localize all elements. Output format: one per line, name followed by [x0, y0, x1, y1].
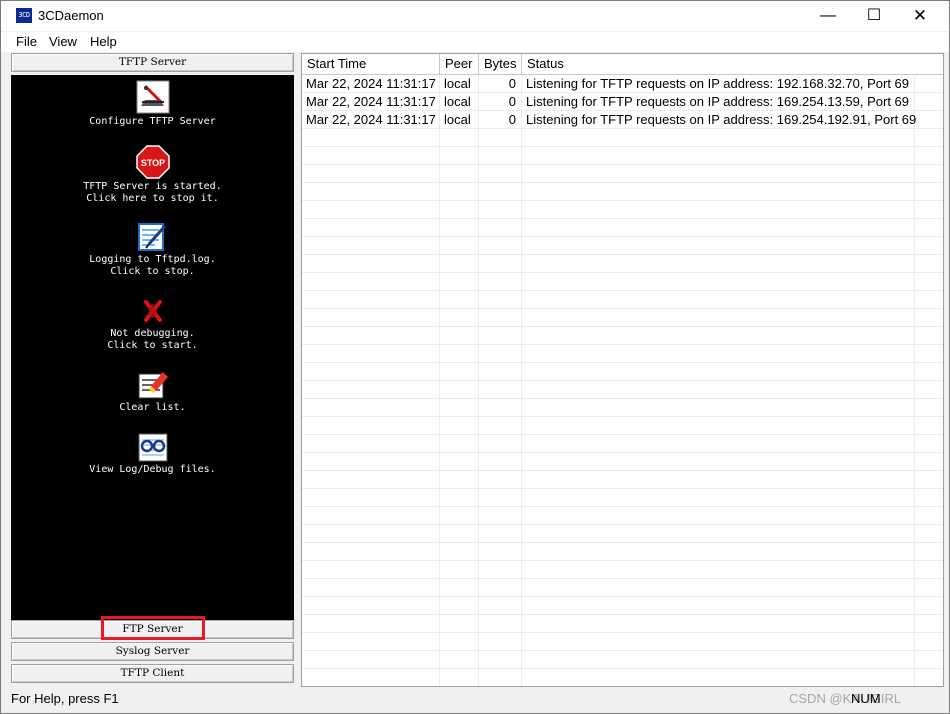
- cell-bytes: 0: [508, 76, 516, 91]
- column-start-time[interactable]: Start Time: [302, 54, 440, 74]
- num-lock-indicator: NUM: [851, 691, 881, 706]
- empty-row: [302, 237, 943, 255]
- cell-peer: local: [444, 76, 471, 91]
- empty-row: [302, 597, 943, 615]
- empty-row: [302, 381, 943, 399]
- menu-bar: File View Help: [1, 32, 949, 52]
- stop-sign-icon: STOP: [135, 145, 170, 179]
- window-title: 3CDaemon: [38, 8, 104, 23]
- empty-row: [302, 507, 943, 525]
- empty-row: [302, 147, 943, 165]
- log-list[interactable]: Start Time Peer Bytes Status Mar 22, 202…: [301, 53, 944, 687]
- view-files-icon: [138, 433, 167, 462]
- cell-status: Listening for TFTP requests on IP addres…: [526, 94, 910, 109]
- configure-icon: [136, 80, 169, 114]
- empty-row: [302, 669, 943, 686]
- debug-action[interactable]: Not debugging. Click to start.: [11, 296, 294, 352]
- empty-row: [302, 435, 943, 453]
- app-window: 3CD 3CDaemon — ☐ ✕ File View Help TFTP S…: [0, 0, 950, 714]
- action-label: Logging to Tftpd.log. Click to stop.: [89, 254, 216, 277]
- empty-row: [302, 165, 943, 183]
- column-peer[interactable]: Peer: [440, 54, 479, 74]
- watermark: CSDN @KAI !GIRL: [789, 691, 902, 706]
- clear-list-icon: [138, 372, 168, 399]
- service-pane: TFTP Server Configure TFTP Server STOP T…: [9, 53, 297, 687]
- tftp-client-tab[interactable]: TFTP Client: [11, 664, 294, 683]
- empty-row: [302, 309, 943, 327]
- table-row[interactable]: Mar 22, 2024 11:31:17 local 0 Listening for…: [302, 75, 943, 93]
- action-label: View Log/Debug files.: [89, 464, 216, 475]
- empty-row: [302, 201, 943, 219]
- menu-file[interactable]: File: [16, 34, 37, 49]
- empty-row: [302, 489, 943, 507]
- menu-help[interactable]: Help: [90, 34, 117, 49]
- empty-row: [302, 327, 943, 345]
- empty-row: [302, 525, 943, 543]
- empty-row: [302, 273, 943, 291]
- app-icon: 3CD: [16, 8, 32, 23]
- logging-action[interactable]: Logging to Tftpd.log. Click to stop.: [11, 220, 294, 278]
- list-header: Start Time Peer Bytes Status: [302, 54, 943, 75]
- action-label: Not debugging. Click to start.: [107, 328, 198, 351]
- view-files-action[interactable]: View Log/Debug files.: [11, 432, 294, 476]
- empty-row: [302, 453, 943, 471]
- cell-start-time: Mar 22, 2024 11:31:17: [306, 76, 436, 91]
- empty-row: [302, 471, 943, 489]
- empty-row: [302, 651, 943, 669]
- ftp-server-tab[interactable]: FTP Server: [11, 620, 294, 639]
- debug-off-icon: [143, 300, 162, 322]
- action-label: TFTP Server is started. Click here to st…: [83, 181, 222, 204]
- status-help-text: For Help, press F1: [11, 691, 119, 706]
- empty-row: [302, 417, 943, 435]
- logging-icon: [137, 223, 166, 251]
- cell-bytes: 0: [508, 94, 516, 109]
- tftp-server-tab[interactable]: TFTP Server: [11, 53, 294, 72]
- syslog-server-tab[interactable]: Syslog Server: [11, 642, 294, 661]
- column-status[interactable]: Status: [522, 54, 943, 74]
- title-bar[interactable]: 3CD 3CDaemon — ☐ ✕: [1, 1, 949, 31]
- svg-text:STOP: STOP: [140, 158, 164, 168]
- stop-tftp-action[interactable]: STOP TFTP Server is started. Click here …: [11, 145, 294, 205]
- empty-row: [302, 399, 943, 417]
- empty-row: [302, 615, 943, 633]
- maximize-button[interactable]: ☐: [851, 1, 897, 31]
- cell-start-time: Mar 22, 2024 11:31:17: [306, 94, 436, 109]
- empty-row: [302, 363, 943, 381]
- minimize-button[interactable]: —: [805, 1, 851, 31]
- tftp-actions-panel: Configure TFTP Server STOP TFTP Server i…: [11, 75, 294, 621]
- cell-status: Listening for TFTP requests on IP addres…: [526, 76, 910, 91]
- cell-bytes: 0: [508, 112, 516, 127]
- empty-row: [302, 561, 943, 579]
- table-row[interactable]: Mar 22, 2024 11:31:17 local 0 Listening for…: [302, 111, 943, 129]
- empty-row: [302, 129, 943, 147]
- cell-status: Listening for TFTP requests on IP addres…: [526, 112, 917, 127]
- cell-start-time: Mar 22, 2024 11:31:17: [306, 112, 436, 127]
- empty-row: [302, 543, 943, 561]
- configure-tftp-action[interactable]: Configure TFTP Server: [11, 80, 294, 128]
- empty-row: [302, 633, 943, 651]
- cell-peer: local: [444, 94, 471, 109]
- close-button[interactable]: ✕: [897, 1, 943, 31]
- action-label: Clear list.: [119, 402, 186, 413]
- menu-view[interactable]: View: [49, 34, 77, 49]
- table-row[interactable]: Mar 22, 2024 11:31:17 local 0 Listening for…: [302, 93, 943, 111]
- cell-peer: local: [444, 112, 471, 127]
- empty-row: [302, 255, 943, 273]
- clear-list-action[interactable]: Clear list.: [11, 368, 294, 414]
- empty-row: [302, 219, 943, 237]
- column-bytes[interactable]: Bytes: [479, 54, 522, 74]
- empty-row: [302, 291, 943, 309]
- empty-row: [302, 345, 943, 363]
- empty-row: [302, 183, 943, 201]
- empty-row: [302, 579, 943, 597]
- status-bar: For Help, press F1 CSDN @KAI !GIRL NUM: [1, 689, 949, 713]
- action-label: Configure TFTP Server: [89, 116, 216, 127]
